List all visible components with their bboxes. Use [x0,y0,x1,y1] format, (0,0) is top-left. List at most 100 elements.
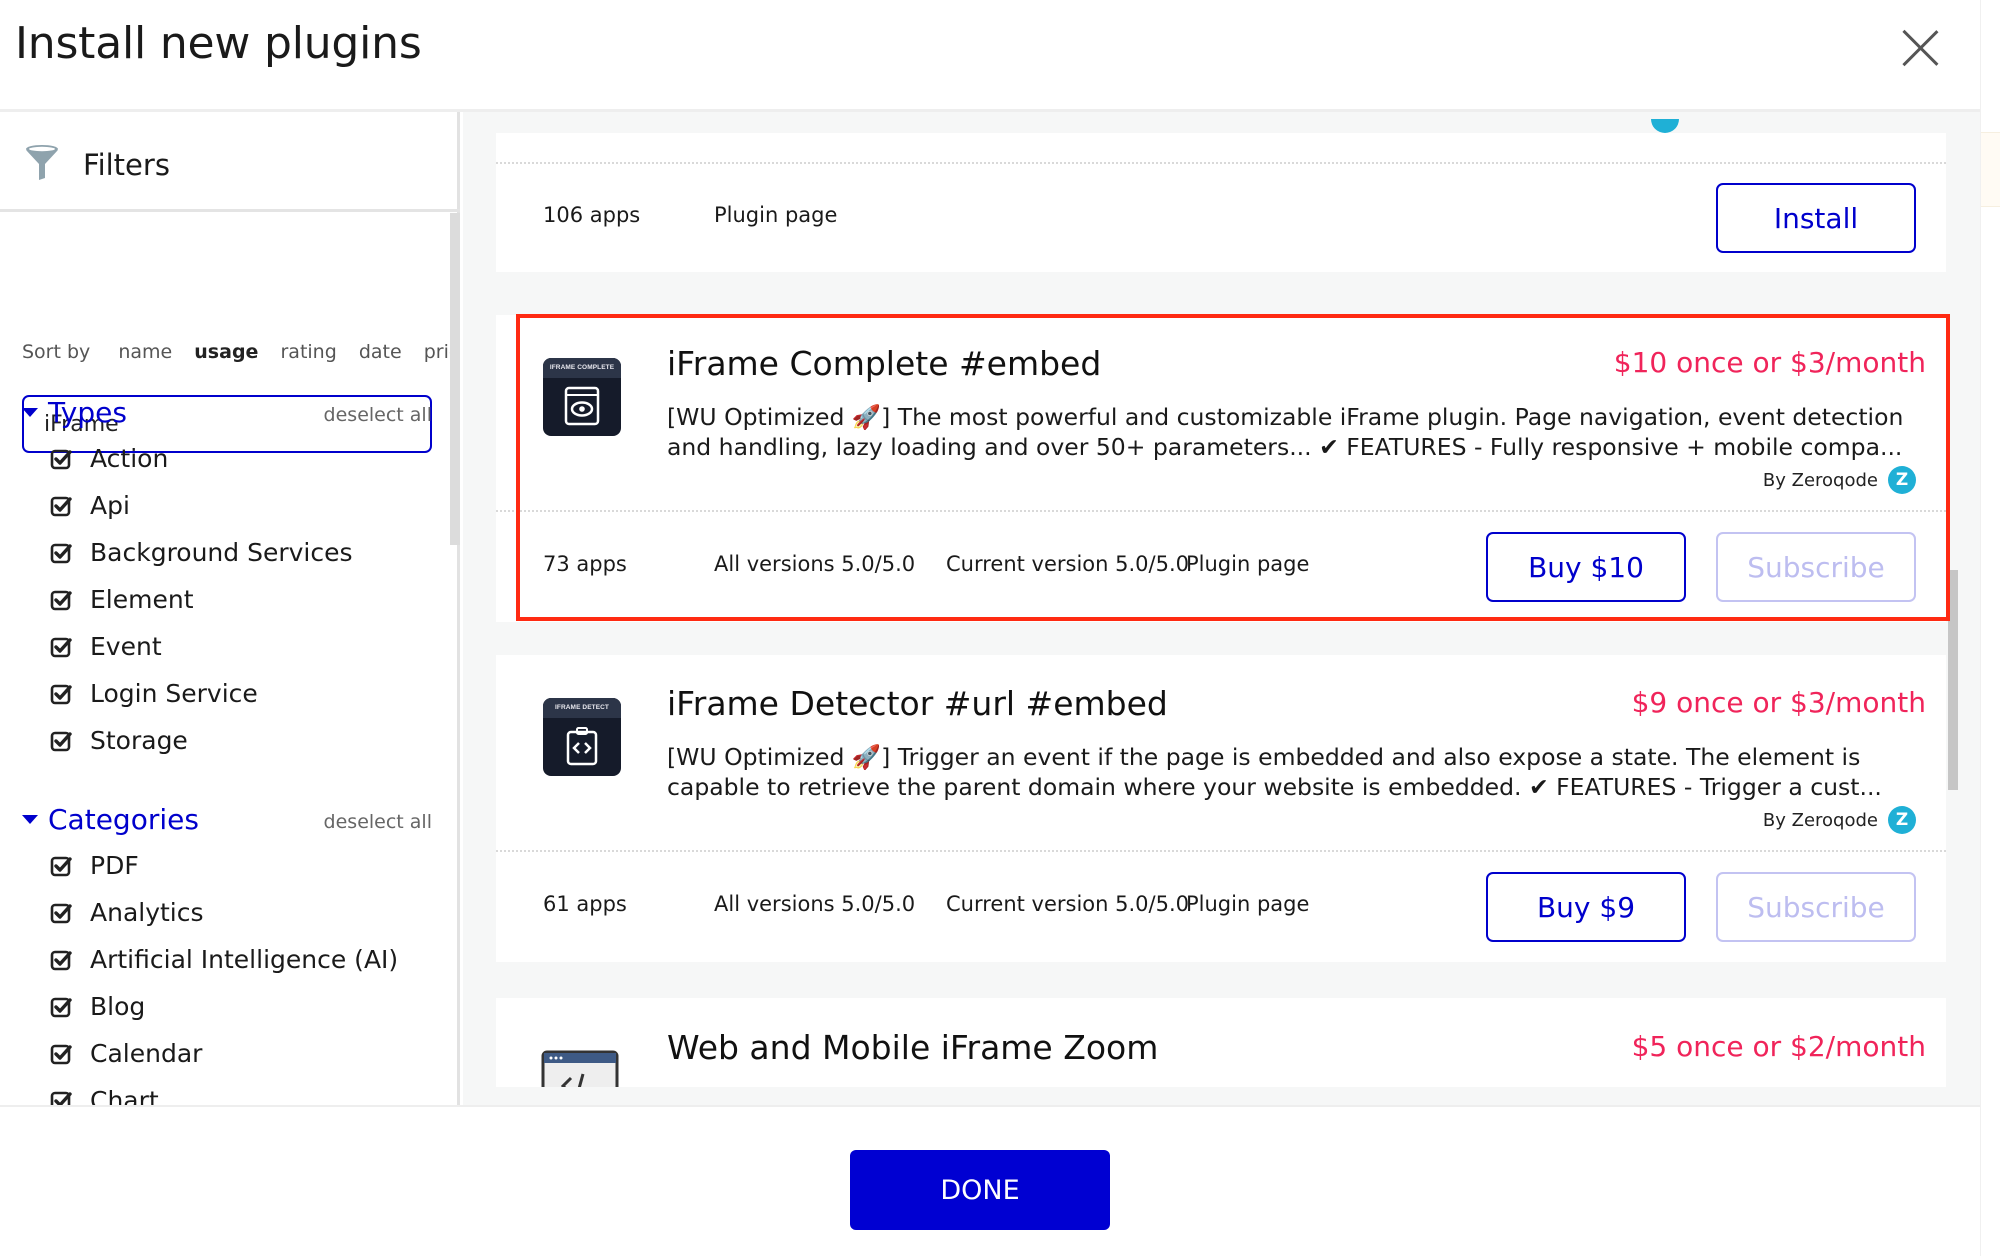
type-item-background-services[interactable]: Background Services [50,529,430,576]
filters-title: Filters [83,148,170,182]
sort-option-usage[interactable]: usage [194,341,258,363]
plugin-logo: IFRAME COMPLETE [543,358,621,436]
dialog-title: Install new plugins [15,18,422,69]
type-item-api[interactable]: Api [50,482,430,529]
checkbox-checked-icon[interactable] [50,949,72,971]
plugin-name[interactable]: iFrame Complete #embed [667,344,1101,383]
filters-header: Filters [0,112,460,212]
category-item-analytics[interactable]: Analytics [50,889,430,936]
checkbox-checked-icon[interactable] [50,636,72,658]
type-label: Storage [90,726,188,755]
type-label: Background Services [90,538,353,567]
install-button[interactable]: Install [1716,183,1916,253]
plugin-page-link[interactable]: Plugin page [714,203,837,227]
eye-icon [564,386,600,426]
category-item-chart[interactable]: Chart [50,1077,430,1105]
type-item-login-service[interactable]: Login Service [50,670,430,717]
checkbox-checked-icon[interactable] [50,542,72,564]
checkbox-checked-icon[interactable] [50,902,72,924]
subscribe-button[interactable]: Subscribe [1716,872,1916,942]
plugin-price: $5 once or $2/month [1631,1030,1926,1063]
buy-button[interactable]: Buy $9 [1486,872,1686,942]
checkbox-checked-icon[interactable] [50,683,72,705]
sort-option-rating[interactable]: rating [280,341,336,363]
zeroqode-logo-icon [1888,466,1916,494]
category-item-ai[interactable]: Artificial Intelligence (AI) [50,936,430,983]
types-list: Action Api Background Services Element E… [50,435,430,764]
card-divider [496,162,1946,164]
background-tint [1981,132,2000,207]
categories-list: PDF Analytics Artificial Intelligence (A… [50,842,430,1105]
caret-down-icon[interactable] [22,815,38,824]
category-label: Blog [90,992,146,1021]
current-version-rating: Current version 5.0/5.0 [946,552,1190,576]
category-label: Artificial Intelligence (AI) [90,945,399,974]
categories-title[interactable]: Categories [48,803,199,836]
checkbox-checked-icon[interactable] [50,855,72,877]
plugin-card: IFRAME DETECT iFrame Detector #url #embe… [496,655,1946,962]
plugin-author: By Zeroqode [1763,806,1916,834]
plugin-name[interactable]: iFrame Detector #url #embed [667,684,1168,723]
plugin-list-scrollbar-thumb[interactable] [1948,570,1958,790]
sort-option-name[interactable]: name [118,341,172,363]
filters-scroll-area: Sort by name usage rating date price Typ… [0,212,450,1105]
plugin-card: IFRAME COMPLETE iFrame Complete #embed $… [496,315,1946,622]
category-label: PDF [90,851,139,880]
type-label: Event [90,632,162,661]
types-section-header: Types deselect all [22,396,432,432]
sort-option-price[interactable]: price [424,341,450,363]
card-header: IFRAME COMPLETE iFrame Complete #embed $… [496,315,1946,512]
category-item-pdf[interactable]: PDF [50,842,430,889]
checkbox-checked-icon[interactable] [50,996,72,1018]
checkbox-checked-icon[interactable] [50,1090,72,1105]
checkbox-checked-icon[interactable] [50,589,72,611]
dialog-footer: DONE [0,1105,1980,1256]
plugin-page-link[interactable]: Plugin page [1186,552,1309,576]
types-title[interactable]: Types [48,396,127,429]
apps-count: 61 apps [543,892,627,916]
zeroqode-logo-icon [1651,119,1679,133]
category-label: Calendar [90,1039,203,1068]
by-author-partial [1591,119,1679,137]
category-label: Chart [90,1086,159,1105]
checkbox-checked-icon[interactable] [50,730,72,752]
categories-deselect-all[interactable]: deselect all [324,811,432,833]
categories-section-header: Categories deselect all [22,803,432,839]
plugin-logo-label: IFRAME DETECT [543,698,621,718]
dialog-header: Install new plugins [0,0,1980,112]
sort-by-label: Sort by [22,341,91,363]
subscribe-button[interactable]: Subscribe [1716,532,1916,602]
caret-down-icon[interactable] [22,408,38,417]
category-item-calendar[interactable]: Calendar [50,1030,430,1077]
apps-count: 106 apps [543,203,641,227]
plugin-page-link[interactable]: Plugin page [1186,892,1309,916]
plugin-price: $10 once or $3/month [1613,346,1926,379]
type-item-storage[interactable]: Storage [50,717,430,764]
type-item-event[interactable]: Event [50,623,430,670]
type-label: Login Service [90,679,258,708]
buy-button[interactable]: Buy $10 [1486,532,1686,602]
checkbox-checked-icon[interactable] [50,1043,72,1065]
funnel-icon [26,145,58,180]
filters-sidebar: Filters Sort by name usage rating date p… [0,112,460,1105]
plugin-name[interactable]: Web and Mobile iFrame Zoom [667,1028,1158,1067]
done-button[interactable]: DONE [850,1150,1110,1230]
checkbox-checked-icon[interactable] [50,495,72,517]
background-page-edge [1980,0,2000,1256]
category-item-blog[interactable]: Blog [50,983,430,1030]
type-item-element[interactable]: Element [50,576,430,623]
card-header: IFRAME DETECT iFrame Detector #url #embe… [496,655,1946,852]
plugin-price: $9 once or $3/month [1631,686,1926,719]
card-footer: 61 apps All versions 5.0/5.0 Current ver… [496,852,1946,962]
close-icon[interactable] [1900,28,1940,68]
category-label: Analytics [90,898,204,927]
checkbox-checked-icon[interactable] [50,448,72,470]
type-label: Api [90,491,130,520]
plugin-card: 106 apps Plugin page Install [496,119,1946,272]
author-label: By Zeroqode [1762,809,1878,831]
types-deselect-all[interactable]: deselect all [324,404,432,426]
sort-option-date[interactable]: date [359,341,402,363]
sidebar-scrollbar-thumb[interactable] [450,213,460,545]
plugin-card: Web and Mobile iFrame Zoom $5 once or $2… [496,998,1946,1087]
type-item-action[interactable]: Action [50,435,430,482]
